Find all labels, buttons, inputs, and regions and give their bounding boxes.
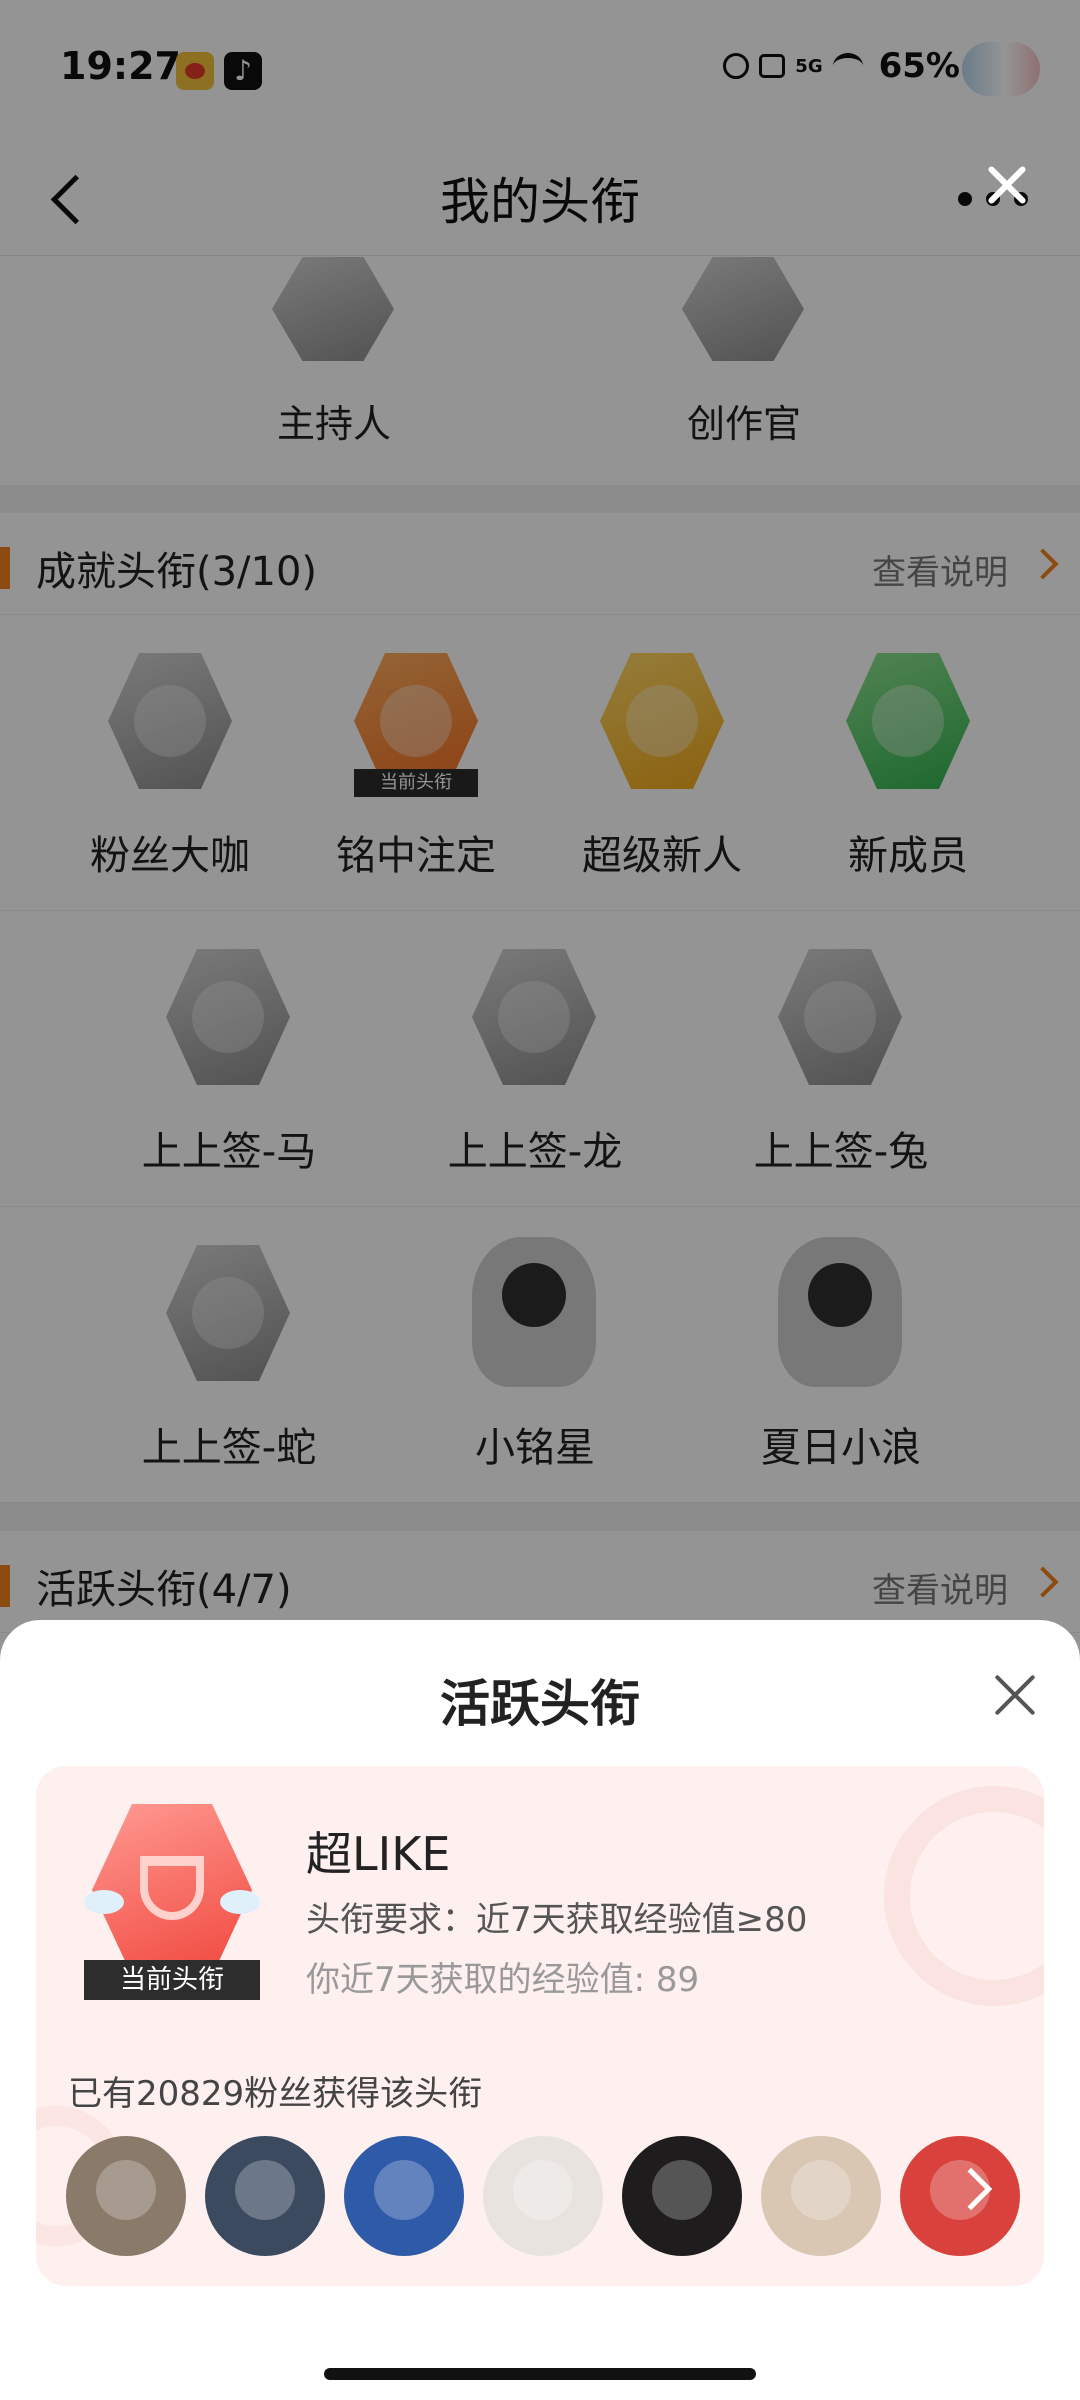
fan-avatar[interactable] [66, 2136, 186, 2256]
title-name: 超LIKE [306, 1827, 451, 1881]
user-experience: 你近7天获取的经验值: 89 [306, 1960, 700, 2000]
fan-avatar[interactable] [483, 2136, 603, 2256]
decoration [884, 1786, 1044, 2006]
home-indicator[interactable] [324, 2368, 756, 2380]
fan-avatar[interactable] [622, 2136, 742, 2256]
fan-avatar[interactable] [344, 2136, 464, 2256]
sheet-title: 活跃头衔 [440, 1675, 640, 1733]
sheet-close-icon[interactable] [992, 1672, 1038, 1718]
fan-avatar[interactable] [761, 2136, 881, 2256]
trophy-badge-icon: 当前头衔 [84, 1804, 260, 2000]
current-title-tag: 当前头衔 [84, 1960, 260, 2000]
title-requirement: 头衔要求：近7天获取经验值≥80 [306, 1900, 808, 1940]
close-icon[interactable] [982, 160, 1032, 210]
fan-avatar[interactable] [900, 2136, 1020, 2256]
fan-avatar[interactable] [205, 2136, 325, 2256]
title-detail-card: 当前头衔 超LIKE 头衔要求：近7天获取经验值≥80 你近7天获取的经验值: … [36, 1766, 1044, 2286]
fan-avatars-list [66, 2136, 1026, 2258]
active-title-sheet: 活跃头衔 当前头衔 超LIKE 头衔要求：近7天获取经验值≥80 你近7天获取的… [0, 1620, 1080, 2400]
fans-count: 已有20829粉丝获得该头衔 [68, 2074, 483, 2114]
more-fans-chevron-icon[interactable] [949, 2167, 993, 2211]
